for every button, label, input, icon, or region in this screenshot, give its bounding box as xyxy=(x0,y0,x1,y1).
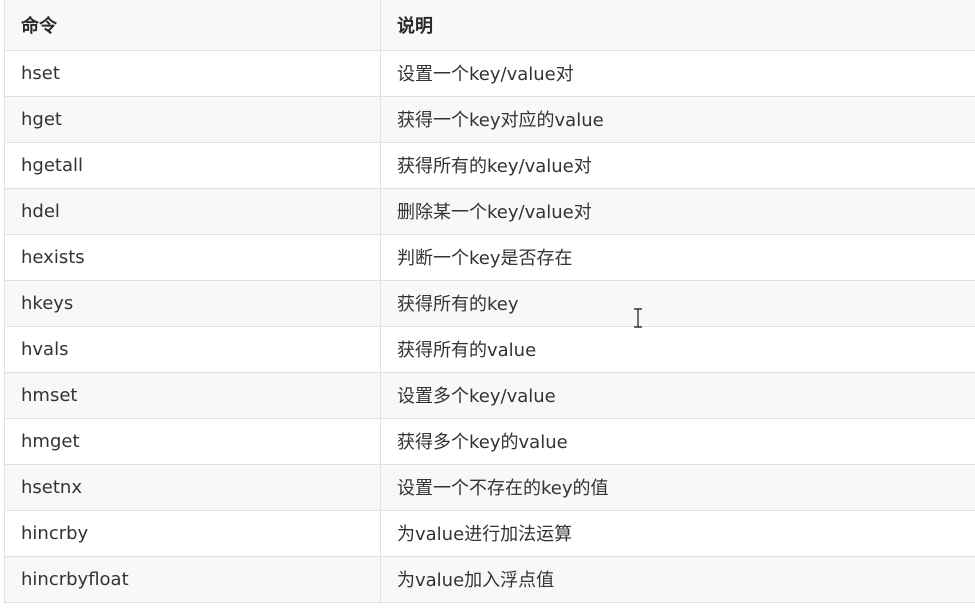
description-cell: 获得所有的value xyxy=(380,325,975,373)
command-cell: hget xyxy=(4,95,381,143)
description-cell: 设置多个key/value xyxy=(380,371,975,419)
command-cell: hset xyxy=(4,49,381,97)
command-cell: hmget xyxy=(4,417,381,465)
description-cell: 获得多个key的value xyxy=(380,417,975,465)
command-cell: hincrbyfloat xyxy=(4,555,381,603)
table-row: hincrbyfloat 为value加入浮点值 xyxy=(4,555,975,603)
description-cell: 设置一个key/value对 xyxy=(380,49,975,97)
command-cell: hgetall xyxy=(4,141,381,189)
description-cell: 获得一个key对应的value xyxy=(380,95,975,143)
table-row: hdel 删除某一个key/value对 xyxy=(4,187,975,235)
command-table-container: 命令 说明 hset 设置一个key/value对 hget 获得一个key对应… xyxy=(4,0,975,603)
redis-hash-command-table: 命令 说明 hset 设置一个key/value对 hget 获得一个key对应… xyxy=(4,0,975,603)
description-cell: 为value加入浮点值 xyxy=(380,555,975,603)
table-row: hexists 判断一个key是否存在 xyxy=(4,233,975,281)
table-body: hset 设置一个key/value对 hget 获得一个key对应的value… xyxy=(4,49,975,603)
command-cell: hsetnx xyxy=(4,463,381,511)
command-cell: hmset xyxy=(4,371,381,419)
command-cell: hincrby xyxy=(4,509,381,557)
table-row: hget 获得一个key对应的value xyxy=(4,95,975,143)
table-row: hsetnx 设置一个不存在的key的值 xyxy=(4,463,975,511)
command-cell: hkeys xyxy=(4,279,381,327)
text-cursor-icon xyxy=(633,308,643,328)
command-cell: hvals xyxy=(4,325,381,373)
description-cell: 删除某一个key/value对 xyxy=(380,187,975,235)
header-row: 命令 说明 xyxy=(4,0,975,51)
table-row: hincrby 为value进行加法运算 xyxy=(4,509,975,557)
command-cell: hexists xyxy=(4,233,381,281)
table-row: hvals 获得所有的value xyxy=(4,325,975,373)
description-cell: 获得所有的key/value对 xyxy=(380,141,975,189)
table-row: hmset 设置多个key/value xyxy=(4,371,975,419)
table-header: 命令 说明 xyxy=(4,0,975,51)
header-command: 命令 xyxy=(4,0,381,51)
header-description: 说明 xyxy=(380,0,975,51)
description-cell: 为value进行加法运算 xyxy=(380,509,975,557)
table-row: hkeys 获得所有的key xyxy=(4,279,975,327)
table-row: hmget 获得多个key的value xyxy=(4,417,975,465)
description-cell: 判断一个key是否存在 xyxy=(380,233,975,281)
table-row: hgetall 获得所有的key/value对 xyxy=(4,141,975,189)
command-cell: hdel xyxy=(4,187,381,235)
table-row: hset 设置一个key/value对 xyxy=(4,49,975,97)
description-cell: 设置一个不存在的key的值 xyxy=(380,463,975,511)
description-cell: 获得所有的key xyxy=(380,279,975,327)
